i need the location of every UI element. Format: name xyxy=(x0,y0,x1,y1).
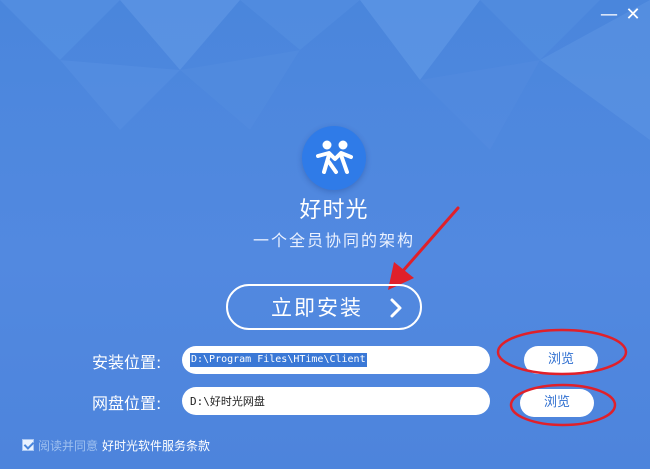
install-now-label: 立即安装 xyxy=(271,296,363,320)
agreement-row: 阅读并同意 好时光软件服务条款 xyxy=(22,436,210,454)
install-path-browse-button[interactable]: 浏览 xyxy=(524,346,598,374)
disk-path-browse-button[interactable]: 浏览 xyxy=(520,389,594,417)
close-icon[interactable]: ✕ xyxy=(622,4,644,26)
agreement-prefix: 阅读并同意 xyxy=(38,438,99,453)
two-people-logo-icon xyxy=(302,126,366,190)
terms-link[interactable]: 好时光软件服务条款 xyxy=(102,437,210,454)
app-name: 好时光 xyxy=(299,198,369,223)
install-path-label: 安装位置: xyxy=(92,353,162,372)
chevron-right-icon xyxy=(390,298,402,318)
installer-window: — ✕ 好时光 一个全员协同的架构 立即安装 安装位置: D:\Program … xyxy=(0,0,650,469)
disk-path-input[interactable] xyxy=(182,387,490,415)
minimize-icon[interactable]: — xyxy=(598,4,620,26)
app-slogan: 一个全员协同的架构 xyxy=(252,231,415,250)
agreement-checkbox[interactable] xyxy=(22,439,34,451)
disk-path-label: 网盘位置: xyxy=(92,394,162,413)
install-path-input[interactable] xyxy=(182,346,490,374)
install-now-button[interactable]: 立即安装 xyxy=(226,284,422,330)
